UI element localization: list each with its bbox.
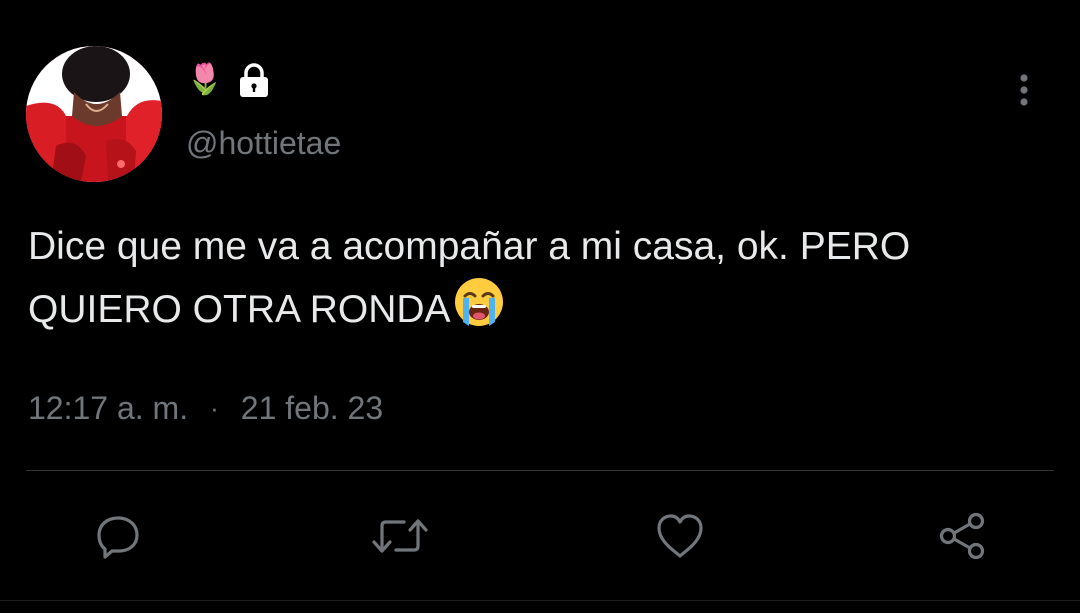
author-name-row[interactable]: 🌷 [186, 60, 271, 100]
tweet-meta: 12:17 a. m. · 21 feb. 23 [28, 386, 383, 430]
avatar[interactable] [26, 46, 162, 182]
tulip-emoji: 🌷 [186, 63, 224, 96]
divider-bottom [0, 600, 1080, 601]
retweet-icon[interactable] [370, 506, 430, 566]
lock-icon [237, 62, 271, 98]
divider [26, 470, 1054, 471]
like-icon[interactable] [650, 506, 710, 566]
reply-icon[interactable] [88, 506, 148, 566]
tweet-text: Dice que me va a acompañar a mi casa, ok… [28, 218, 1058, 345]
action-bar [0, 506, 1080, 566]
more-vertical-icon[interactable] [1006, 70, 1042, 110]
meta-separator: · [210, 393, 219, 423]
avatar-image [26, 46, 162, 182]
tweet-date[interactable]: 21 feb. 23 [241, 386, 383, 430]
tweet-time[interactable]: 12:17 a. m. [28, 386, 188, 430]
author-handle[interactable]: @hottietae [186, 123, 341, 163]
loudly-crying-face-emoji [453, 276, 505, 345]
share-icon[interactable] [932, 506, 992, 566]
